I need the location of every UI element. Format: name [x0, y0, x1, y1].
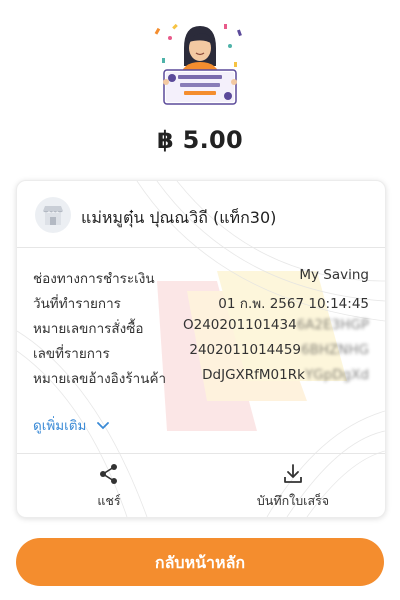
transaction-amount: ฿ 5.00	[156, 126, 244, 154]
detail-value: O2402011014346A2E3HGP	[183, 317, 369, 333]
share-button[interactable]: แชร์	[17, 453, 201, 517]
masked-value: 6A2E3HGP	[296, 317, 369, 333]
share-label: แชร์	[97, 493, 121, 508]
detail-label: หมายเลขอ้างอิงร้านค้า	[33, 371, 167, 387]
show-more-link[interactable]: ดูเพิ่มเติม	[33, 414, 109, 436]
download-icon	[283, 463, 303, 489]
detail-list: ช่องทางการชำระเงิน My Saving วันที่ทำราย…	[33, 267, 369, 392]
divider	[17, 247, 385, 248]
chevron-down-icon	[96, 418, 109, 434]
share-icon	[99, 463, 119, 489]
detail-row-transaction-id: เลขที่รายการ 24020110144596BHZNHG	[33, 342, 369, 367]
store-icon	[35, 197, 71, 233]
detail-value: 24020110144596BHZNHG	[189, 342, 369, 358]
detail-label: วันที่ทำรายการ	[33, 296, 121, 312]
detail-row-merchant-ref: หมายเลขอ้างอิงร้านค้า DdJGXRfM01RkYGpDgX…	[33, 367, 369, 392]
save-receipt-button[interactable]: บันทึกใบเสร็จ	[201, 453, 385, 517]
detail-label: เลขที่รายการ	[33, 346, 110, 362]
show-more-label: ดูเพิ่มเติม	[33, 418, 87, 434]
detail-label: หมายเลขการสั่งซื้อ	[33, 321, 144, 337]
hero-illustration	[150, 18, 250, 110]
masked-value: 6BHZNHG	[301, 342, 369, 358]
detail-row-order-number: หมายเลขการสั่งซื้อ O2402011014346A2E3HGP	[33, 317, 369, 342]
masked-value: YGpDgXd	[304, 367, 369, 383]
detail-value: DdJGXRfM01RkYGpDgXd	[202, 367, 369, 383]
merchant-header: แม่หมูตุ๋น ปุณณวิถี (แท็ก30)	[17, 181, 385, 247]
detail-label: ช่องทางการชำระเงิน	[33, 271, 155, 287]
detail-row-payment-channel: ช่องทางการชำระเงิน My Saving	[33, 267, 369, 292]
back-to-home-button[interactable]: กลับหน้าหลัก	[16, 538, 384, 586]
merchant-name: แม่หมูตุ๋น ปุณณวิถี (แท็ก30)	[81, 208, 277, 227]
detail-value: My Saving	[299, 267, 369, 283]
receipt-card: แม่หมูตุ๋น ปุณณวิถี (แท็ก30) ช่องทางการช…	[16, 180, 386, 518]
action-bar: แชร์ บันทึกใบเสร็จ	[17, 453, 385, 517]
detail-value: 01 ก.พ. 2567 10:14:45	[218, 296, 369, 312]
detail-row-transaction-date: วันที่ทำรายการ 01 ก.พ. 2567 10:14:45	[33, 292, 369, 317]
save-receipt-label: บันทึกใบเสร็จ	[256, 493, 330, 508]
